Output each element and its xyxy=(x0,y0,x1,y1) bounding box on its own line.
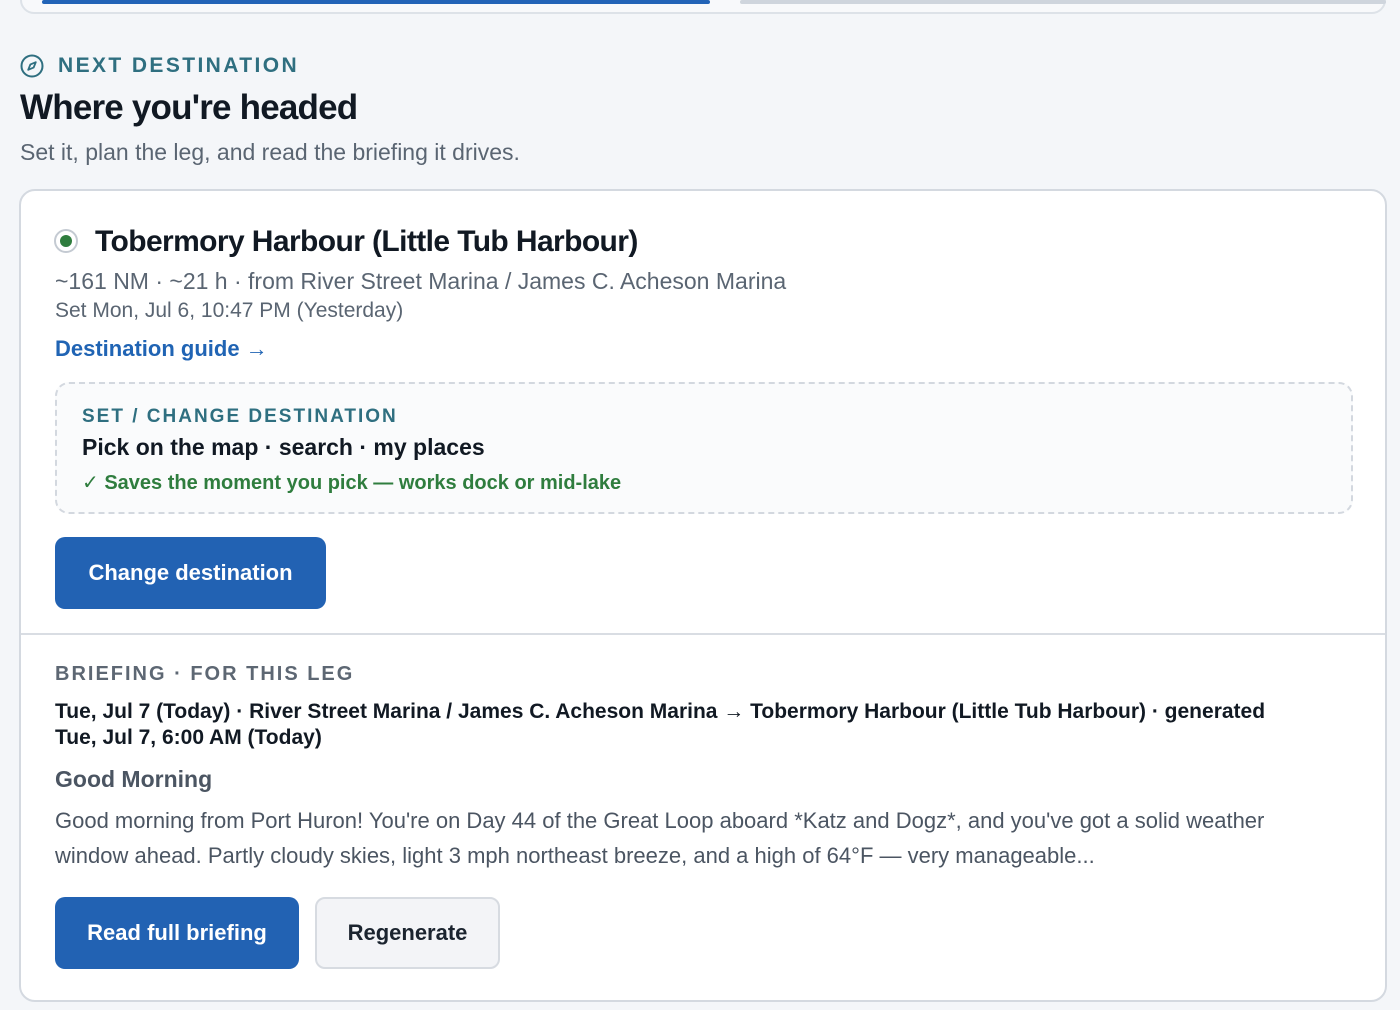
read-full-briefing-button[interactable]: Read full briefing xyxy=(55,897,299,969)
briefing-heading: Good Morning xyxy=(55,766,213,792)
change-destination-button[interactable]: Change destination xyxy=(55,537,326,609)
change-destination-panel[interactable]: SET / CHANGE DESTINATION Pick on the map… xyxy=(55,382,1353,514)
briefing-eyebrow: BRIEFING · FOR THIS LEG xyxy=(55,663,355,685)
status-dot-icon xyxy=(54,229,78,253)
destination-meta: ~161 NM · ~21 h · from River Street Mari… xyxy=(55,268,787,294)
regenerate-button[interactable]: Regenerate xyxy=(315,897,500,969)
page-title: Where you're headed xyxy=(20,88,358,127)
briefing-body: Good morning from Port Huron! You're on … xyxy=(55,808,1265,868)
compass-icon xyxy=(20,54,44,78)
change-panel-title: Pick on the map · search · my places xyxy=(82,434,485,460)
destination-card: Tobermory Harbour (Little Tub Harbour) ~… xyxy=(19,189,1387,1002)
change-panel-eyebrow: SET / CHANGE DESTINATION xyxy=(82,406,398,427)
change-panel-note: ✓ Saves the moment you pick — works dock… xyxy=(82,472,622,494)
briefing-route: Tue, Jul 7 (Today) · River Street Marina… xyxy=(55,700,1266,749)
destination-summary: Tobermory Harbour (Little Tub Harbour) ~… xyxy=(21,191,1385,635)
section-header: NEXT DESTINATION Where you're headed Set… xyxy=(20,52,520,168)
destination-set-time: Set Mon, Jul 6, 10:47 PM (Yesterday) xyxy=(55,299,404,322)
inactive-tab-indicator[interactable] xyxy=(740,0,1386,4)
active-tab-indicator[interactable] xyxy=(42,0,710,4)
section-eyebrow-label: NEXT DESTINATION xyxy=(58,54,300,77)
page-subtitle: Set it, plan the leg, and read the brief… xyxy=(20,139,520,165)
previous-card xyxy=(20,0,1386,14)
destination-name: Tobermory Harbour (Little Tub Harbour) xyxy=(95,225,638,258)
section-eyebrow: NEXT DESTINATION xyxy=(20,52,520,80)
destination-guide-link[interactable]: Destination guide → xyxy=(55,334,268,364)
